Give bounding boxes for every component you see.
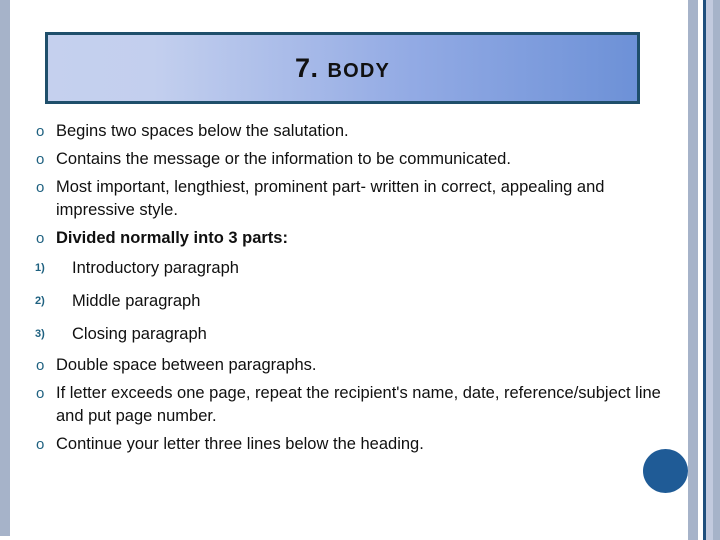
content-list: o Begins two spaces below the salutation…: [30, 120, 670, 461]
right-edge-bar-light: [706, 0, 713, 540]
right-edge-bar-outer: [688, 0, 698, 540]
bullet-marker-icon: o: [36, 151, 45, 168]
list-item-text: Continue your letter three lines below t…: [56, 435, 424, 453]
list-item-text: Divided normally into 3 parts:: [56, 229, 288, 247]
right-edge-bar-inner: [713, 0, 720, 540]
list-item-text: Contains the message or the information …: [56, 150, 511, 168]
bullet-marker-icon: o: [36, 230, 45, 247]
slide-title-number: 7.: [294, 52, 319, 83]
bullet-marker-icon: o: [36, 179, 45, 196]
slide-title-word: BODY: [327, 59, 391, 82]
list-item: o Most important, lengthiest, prominent …: [30, 176, 670, 222]
list-item-text: Middle paragraph: [72, 292, 201, 310]
number-marker: 3): [35, 328, 45, 340]
list-item-text: Introductory paragraph: [72, 259, 239, 277]
list-item: o Continue your letter three lines below…: [30, 433, 670, 456]
list-item-text: Closing paragraph: [72, 325, 207, 343]
list-item-text: Double space between paragraphs.: [56, 356, 317, 374]
list-item: o Begins two spaces below the salutation…: [30, 120, 670, 143]
list-item: o Divided normally into 3 parts:: [30, 227, 670, 250]
list-item-text: If letter exceeds one page, repeat the r…: [56, 384, 661, 425]
list-item: o If letter exceeds one page, repeat the…: [30, 382, 670, 428]
left-edge-bar: [0, 0, 10, 536]
slide-title-banner: 7. BODY: [45, 32, 640, 104]
list-item-text: Begins two spaces below the salutation.: [56, 122, 349, 140]
bullet-marker-icon: o: [36, 357, 45, 374]
list-item: o Contains the message or the informatio…: [30, 148, 670, 171]
number-marker: 1): [35, 262, 45, 274]
list-item-text: Most important, lengthiest, prominent pa…: [56, 178, 605, 219]
slide-canvas: 7. BODY o Begins two spaces below the sal…: [0, 0, 720, 540]
list-item: o Double space between paragraphs.: [30, 354, 670, 377]
bullet-marker-icon: o: [36, 436, 45, 453]
list-item: 2) Middle paragraph: [30, 288, 670, 314]
number-marker: 2): [35, 295, 45, 307]
list-item: 1) Introductory paragraph: [30, 255, 670, 281]
list-item: 3) Closing paragraph: [30, 321, 670, 347]
bullet-marker-icon: o: [36, 123, 45, 140]
slide-title: 7. BODY: [295, 53, 390, 84]
bullet-marker-icon: o: [36, 385, 45, 402]
decorative-circle: [643, 449, 688, 493]
